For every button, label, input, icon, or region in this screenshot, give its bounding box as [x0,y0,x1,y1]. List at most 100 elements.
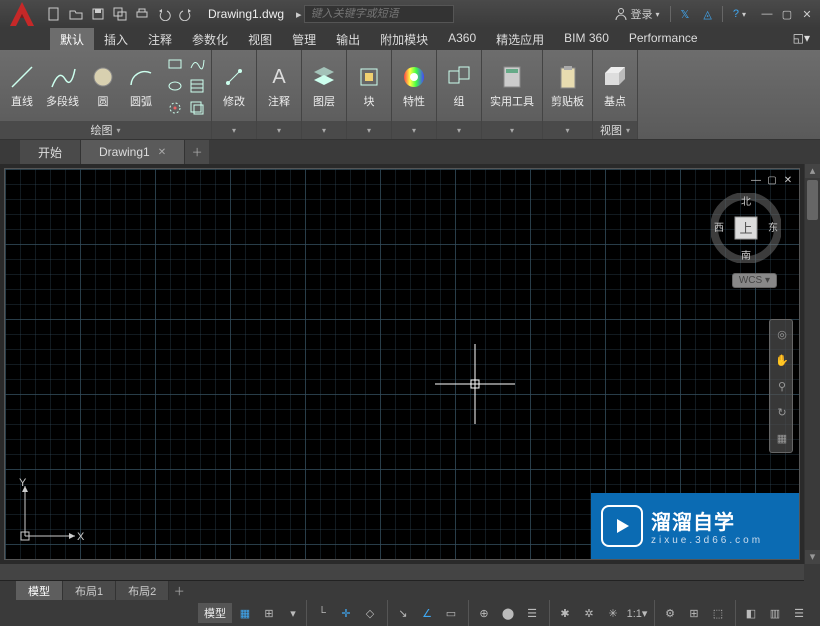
modify-button[interactable]: 修改 [216,61,252,111]
scale-icon[interactable]: 1:1▾ [626,603,648,623]
minimize-icon[interactable]: — [758,6,776,22]
a360-icon[interactable]: ◬ [699,6,715,23]
tab-annotate[interactable]: 注释 [138,28,182,50]
layout-tab-2[interactable]: 布局2 [116,581,169,600]
anno3-icon[interactable]: ✳ [602,603,624,623]
layout-tab-1[interactable]: 布局1 [63,581,116,600]
tab-manage[interactable]: 管理 [282,28,326,50]
vp-max-icon[interactable]: ▢ [765,173,779,187]
status-model[interactable]: 模型 [198,603,232,623]
layout-tab-model[interactable]: 模型 [16,581,63,600]
baseview-button[interactable]: 基点 [597,61,633,111]
snap3d-icon[interactable]: ▭ [440,603,462,623]
otrack-icon[interactable]: ∠ [416,603,438,623]
crosshair-icon [435,344,515,427]
close-icon[interactable]: ✕ [798,6,816,22]
start-tab[interactable]: 开始 [20,140,81,164]
svg-text:Y: Y [19,477,27,489]
document-tab[interactable]: Drawing1✕ [81,140,185,164]
redo-icon[interactable] [176,4,196,24]
ortho-icon[interactable]: └ [311,603,333,623]
orbit-icon[interactable]: ↻ [772,402,792,422]
svg-text:上: 上 [739,221,752,236]
lock-icon[interactable]: ⬚ [707,603,729,623]
search-input[interactable] [304,5,454,23]
region-icon[interactable] [187,98,207,118]
block-button[interactable]: 块 [351,61,387,111]
osnap-icon[interactable]: ↘ [392,603,414,623]
vp-min-icon[interactable]: — [749,173,763,187]
tab-insert[interactable]: 插入 [94,28,138,50]
new-icon[interactable] [44,4,64,24]
snap-toggle-icon[interactable]: ⊞ [258,603,280,623]
line-button[interactable]: 直线 [4,61,40,111]
tpy-icon[interactable]: ☰ [521,603,543,623]
saveas-icon[interactable] [110,4,130,24]
viewcube[interactable]: 北 南 东 西 上 [711,193,781,263]
signin-button[interactable]: 登录 ▾ [610,4,664,24]
statusbar: 模型 ▦ ⊞ ▾ └ ✛ ◇ ↘ ∠ ▭ ⊕ ⬤ ☰ ✱ ✲ ✳ 1:1▾ ⚙ … [0,600,820,626]
layout-add-button[interactable]: ＋ [169,581,189,600]
dd-icon[interactable]: ▾ [282,603,304,623]
rect-icon[interactable] [165,54,185,74]
play-icon [601,505,643,547]
vertical-scrollbar[interactable]: ▴ ▾ [804,164,820,564]
clean-icon[interactable]: ▥ [764,603,786,623]
showmotion-icon[interactable]: ▦ [772,428,792,448]
anno2-icon[interactable]: ✲ [578,603,600,623]
iso-icon[interactable]: ◇ [359,603,381,623]
undo-icon[interactable] [154,4,174,24]
polar-icon[interactable]: ✛ [335,603,357,623]
svg-text:南: 南 [741,249,751,262]
spline-icon[interactable] [187,54,207,74]
save-icon[interactable] [88,4,108,24]
ellipse-icon[interactable] [165,76,185,96]
print-icon[interactable] [132,4,152,24]
circle-button[interactable]: 圆 [85,61,121,111]
new-tab-button[interactable]: ＋ [185,140,209,164]
horizontal-scrollbar[interactable] [0,564,804,580]
maximize-icon[interactable]: ▢ [778,6,796,22]
lwt-icon[interactable]: ⬤ [497,603,519,623]
hatch-icon[interactable] [187,76,207,96]
tab-default[interactable]: 默认 [50,28,94,50]
utilities-button[interactable]: 实用工具 [486,61,538,111]
wcs-badge[interactable]: WCS ▾ [732,273,777,288]
ws-icon[interactable]: ⚙ [659,603,681,623]
ribbon-tabs: 默认 插入 注释 参数化 视图 管理 输出 附加模块 A360 精选应用 BIM… [0,28,820,50]
svg-text:北: 北 [741,196,751,208]
group-button[interactable]: 组 [441,61,477,111]
properties-button[interactable]: 特性 [396,61,432,111]
arc-button[interactable]: 圆弧 [123,61,159,111]
tab-parametric[interactable]: 参数化 [182,28,238,50]
drawing-canvas[interactable]: — ▢ ✕ 北 南 东 西 上 WCS ▾ ◎ ✋ ⚲ ↻ ▦ [4,168,800,560]
tab-close-icon[interactable]: ✕ [158,147,166,158]
tab-featured[interactable]: 精选应用 [486,28,554,50]
tab-a360[interactable]: A360 [438,28,486,50]
tab-output[interactable]: 输出 [326,28,370,50]
nav-bar: ◎ ✋ ⚲ ↻ ▦ [769,319,793,453]
point-icon[interactable] [165,98,185,118]
dyn-icon[interactable]: ⊕ [473,603,495,623]
custom-icon[interactable]: ☰ [788,603,810,623]
layers-button[interactable]: 图层 [306,61,342,111]
tab-performance[interactable]: Performance [619,28,708,50]
anno-icon[interactable]: ✱ [554,603,576,623]
exchange-icon[interactable]: 𝕏 [677,6,694,23]
fullnav-icon[interactable]: ◎ [772,324,792,344]
tab-addins[interactable]: 附加模块 [370,28,438,50]
tab-view[interactable]: 视图 [238,28,282,50]
annotate-button[interactable]: A 注释 [261,61,297,111]
open-icon[interactable] [66,4,86,24]
polyline-button[interactable]: 多段线 [42,61,83,111]
help-icon[interactable]: ? ▾ [729,6,750,22]
iso2-icon[interactable]: ◧ [740,603,762,623]
ribbon-collapse-icon[interactable]: ◱▾ [783,28,820,50]
clipboard-button[interactable]: 剪贴板 [547,61,588,111]
pan-icon[interactable]: ✋ [772,350,792,370]
zoom-icon[interactable]: ⚲ [772,376,792,396]
vp-close-icon[interactable]: ✕ [781,173,795,187]
grid-toggle-icon[interactable]: ▦ [234,603,256,623]
monitor-icon[interactable]: ⊞ [683,603,705,623]
tab-bim360[interactable]: BIM 360 [554,28,619,50]
